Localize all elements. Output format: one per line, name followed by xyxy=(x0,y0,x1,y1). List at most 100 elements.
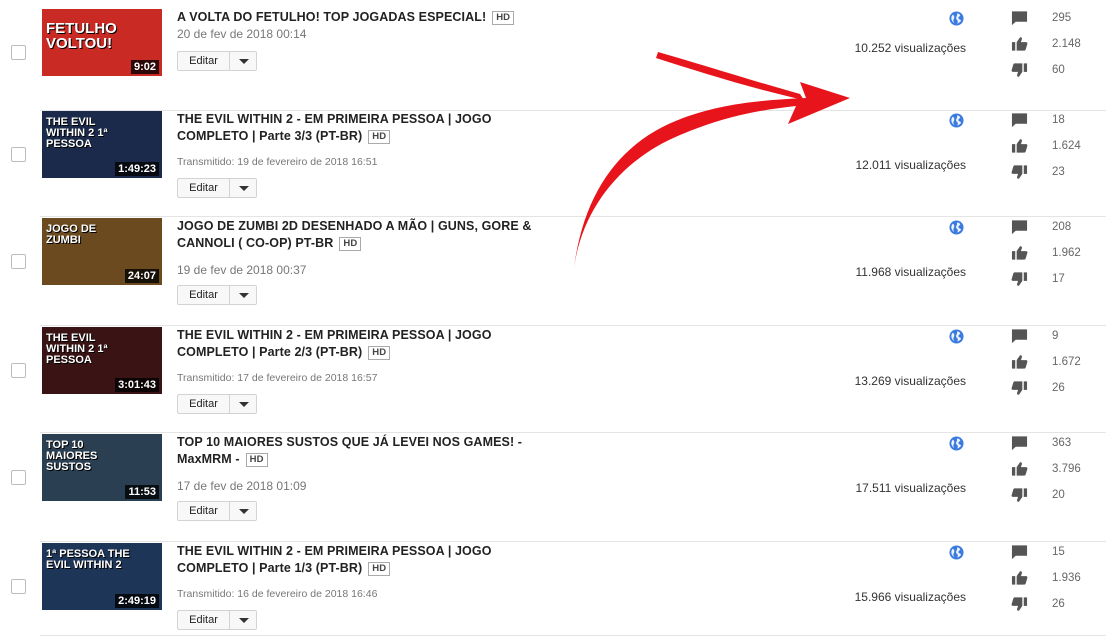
thumbs-down-icon xyxy=(1011,380,1028,396)
thumbs-down-icon xyxy=(1011,62,1028,78)
select-checkbox[interactable] xyxy=(11,147,26,162)
comment-count: 15 xyxy=(1052,546,1065,558)
thumbs-down-icon xyxy=(1011,164,1028,180)
chevron-down-icon[interactable] xyxy=(230,502,256,520)
globe-icon[interactable] xyxy=(949,436,964,451)
globe-icon[interactable] xyxy=(949,11,964,26)
video-row: THE EVIL WITHIN 2 1ª PESSOA 3:01:43 THE EV… xyxy=(0,327,1106,433)
globe-icon[interactable] xyxy=(949,329,964,344)
edit-button[interactable]: Editar xyxy=(177,501,257,521)
video-duration: 2:49:19 xyxy=(115,594,159,608)
globe-icon[interactable] xyxy=(949,545,964,560)
edit-button[interactable]: Editar xyxy=(177,285,257,305)
hd-badge: HD xyxy=(245,453,268,467)
video-thumbnail[interactable]: THE EVIL WITHIN 2 1ª PESSOA 3:01:43 xyxy=(42,327,162,394)
edit-button-label: Editar xyxy=(178,611,230,629)
thumbnail-text: 1ª PESSOA THE EVIL WITHIN 2 xyxy=(46,548,130,571)
chevron-down-icon[interactable] xyxy=(230,52,256,70)
view-count: 13.269 visualizações xyxy=(854,374,966,388)
like-count: 3.796 xyxy=(1052,463,1081,475)
video-title-text[interactable]: THE EVIL WITHIN 2 - EM PRIMEIRA PESSOA |… xyxy=(177,112,492,143)
dislike-count: 60 xyxy=(1052,64,1065,76)
edit-button[interactable]: Editar xyxy=(177,178,257,198)
chevron-down-icon[interactable] xyxy=(230,395,256,413)
globe-icon[interactable] xyxy=(949,113,964,128)
thumbnail-text: FETULHO VOLTOU! xyxy=(46,20,117,52)
thumbnail-text: THE EVIL WITHIN 2 1ª PESSOA xyxy=(46,116,108,150)
like-count: 1.962 xyxy=(1052,247,1081,259)
video-duration: 24:07 xyxy=(124,269,159,283)
video-title-text[interactable]: TOP 10 MAIORES SUSTOS QUE JÁ LEVEI NOS G… xyxy=(177,435,522,466)
view-count: 10.252 visualizações xyxy=(854,41,966,55)
view-count: 15.966 visualizações xyxy=(854,590,966,604)
comment-icon xyxy=(1011,112,1028,128)
video-title[interactable]: THE EVIL WITHIN 2 - EM PRIMEIRA PESSOA |… xyxy=(177,327,557,361)
video-title[interactable]: JOGO DE ZUMBI 2D DESENHADO A MÃO | GUNS,… xyxy=(177,218,557,252)
like-count: 1.624 xyxy=(1052,140,1081,152)
like-count: 1.936 xyxy=(1052,572,1081,584)
edit-button[interactable]: Editar xyxy=(177,610,257,630)
edit-button-label: Editar xyxy=(178,395,230,413)
dislike-count: 23 xyxy=(1052,166,1065,178)
chevron-down-icon[interactable] xyxy=(230,611,256,629)
video-date: Transmitido: 19 de fevereiro de 2018 16:… xyxy=(177,156,378,168)
thumbnail-text: THE EVIL WITHIN 2 1ª PESSOA xyxy=(46,332,108,366)
edit-button[interactable]: Editar xyxy=(177,51,257,71)
comment-count: 295 xyxy=(1052,12,1072,24)
like-count: 1.672 xyxy=(1052,356,1081,368)
edit-button-label: Editar xyxy=(178,179,230,197)
select-checkbox[interactable] xyxy=(11,45,26,60)
video-title[interactable]: THE EVIL WITHIN 2 - EM PRIMEIRA PESSOA |… xyxy=(177,111,557,145)
video-date: 19 de fev de 2018 00:37 xyxy=(177,263,307,277)
select-checkbox[interactable] xyxy=(11,579,26,594)
select-checkbox[interactable] xyxy=(11,363,26,378)
video-row: 1ª PESSOA THE EVIL WITHIN 2 2:49:19 THE EV… xyxy=(0,543,1106,636)
hd-badge: HD xyxy=(339,237,362,251)
video-duration: 3:01:43 xyxy=(115,378,159,392)
video-thumbnail[interactable]: JOGO DE ZUMBI 24:07 xyxy=(42,218,162,285)
comment-icon xyxy=(1011,544,1028,560)
comment-count: 18 xyxy=(1052,114,1065,126)
video-row: TOP 10 MAIORES SUSTOS 11:53 TOP 10 MAIORES… xyxy=(0,434,1106,542)
hd-badge: HD xyxy=(492,11,515,25)
video-date: Transmitido: 17 de fevereiro de 2018 16:… xyxy=(177,372,378,384)
thumbs-up-icon xyxy=(1011,354,1028,370)
edit-button-label: Editar xyxy=(178,502,230,520)
video-thumbnail[interactable]: FETULHO VOLTOU! 9:02 xyxy=(42,9,162,76)
video-thumbnail[interactable]: TOP 10 MAIORES SUSTOS 11:53 xyxy=(42,434,162,501)
video-duration: 9:02 xyxy=(130,60,159,74)
thumbnail-text: JOGO DE ZUMBI xyxy=(46,223,97,246)
comment-icon xyxy=(1011,435,1028,451)
video-title-text[interactable]: A VOLTA DO FETULHO! TOP JOGADAS ESPECIAL… xyxy=(177,10,486,24)
video-thumbnail[interactable]: 1ª PESSOA THE EVIL WITHIN 2 2:49:19 xyxy=(42,543,162,610)
chevron-down-icon[interactable] xyxy=(230,179,256,197)
comment-icon xyxy=(1011,10,1028,26)
select-checkbox[interactable] xyxy=(11,254,26,269)
edit-button-label: Editar xyxy=(178,52,230,70)
comment-count: 208 xyxy=(1052,221,1072,233)
view-count: 12.011 visualizações xyxy=(855,158,966,172)
comment-icon xyxy=(1011,219,1028,235)
video-thumbnail[interactable]: THE EVIL WITHIN 2 1ª PESSOA 1:49:23 xyxy=(42,111,162,178)
globe-icon[interactable] xyxy=(949,220,964,235)
video-title[interactable]: A VOLTA DO FETULHO! TOP JOGADAS ESPECIAL… xyxy=(177,9,557,26)
thumbs-down-icon xyxy=(1011,596,1028,612)
dislike-count: 26 xyxy=(1052,598,1065,610)
row-divider xyxy=(40,216,1106,217)
thumbs-up-icon xyxy=(1011,245,1028,261)
video-title[interactable]: THE EVIL WITHIN 2 - EM PRIMEIRA PESSOA |… xyxy=(177,543,557,577)
select-checkbox[interactable] xyxy=(11,470,26,485)
chevron-down-icon[interactable] xyxy=(230,286,256,304)
thumbs-up-icon xyxy=(1011,570,1028,586)
edit-button[interactable]: Editar xyxy=(177,394,257,414)
video-title-text[interactable]: THE EVIL WITHIN 2 - EM PRIMEIRA PESSOA |… xyxy=(177,544,492,575)
comment-icon xyxy=(1011,328,1028,344)
row-divider xyxy=(40,635,1106,636)
view-count: 11.968 visualizações xyxy=(855,265,966,279)
video-title[interactable]: TOP 10 MAIORES SUSTOS QUE JÁ LEVEI NOS G… xyxy=(177,434,557,468)
video-title-text[interactable]: THE EVIL WITHIN 2 - EM PRIMEIRA PESSOA |… xyxy=(177,328,492,359)
dislike-count: 17 xyxy=(1052,273,1065,285)
thumbs-up-icon xyxy=(1011,36,1028,52)
dislike-count: 20 xyxy=(1052,489,1065,501)
edit-button-label: Editar xyxy=(178,286,230,304)
